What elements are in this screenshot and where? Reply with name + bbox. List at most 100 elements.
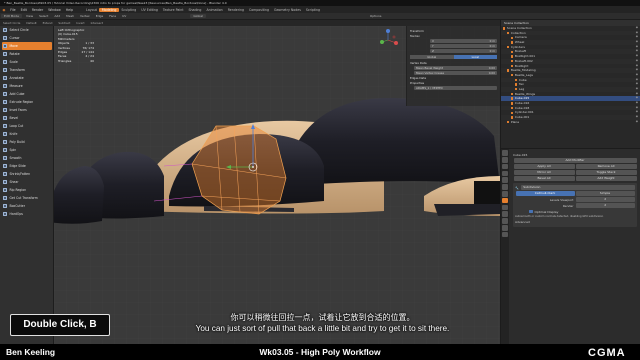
space-local-button[interactable]: Local xyxy=(453,55,497,59)
tool-annotate[interactable]: Annotate xyxy=(2,74,52,82)
tool-settings-intersect[interactable]: Intersect xyxy=(88,21,106,25)
header-face-menu[interactable]: Face xyxy=(106,14,119,18)
workspace-tab-layout[interactable]: Layout xyxy=(84,8,100,12)
tool-boxcutter[interactable]: BoxCutter xyxy=(2,202,52,210)
menu-render[interactable]: Render xyxy=(29,8,45,12)
toggle-stack-button[interactable]: Toggle Stack xyxy=(575,170,637,175)
modifier-tab-icon[interactable] xyxy=(502,197,508,204)
menu-window[interactable]: Window xyxy=(46,8,64,12)
edges-data-section[interactable]: Edges Data xyxy=(410,76,497,80)
render-tab-icon[interactable] xyxy=(502,157,508,163)
median-x-field[interactable]: X0 m xyxy=(430,39,497,43)
properties-section[interactable]: Properties xyxy=(410,81,497,85)
outliner-row[interactable]: Plane ◉ xyxy=(501,120,640,125)
remove-all-button[interactable]: Remove All xyxy=(575,164,637,169)
mirror-all-button[interactable]: Mirror All xyxy=(513,170,575,175)
tool-inset-faces[interactable]: Inset Faces xyxy=(2,106,52,114)
workspace-tab-shading[interactable]: Shading xyxy=(186,8,204,12)
visibility-eye-icon[interactable]: ◉ xyxy=(636,120,638,125)
transform-section-title[interactable]: Transform xyxy=(410,29,497,33)
levels-viewport-field[interactable]: 2 xyxy=(576,197,635,202)
tool-poly-build[interactable]: Poly Build xyxy=(2,138,52,146)
tool-hardops[interactable]: HardOps xyxy=(2,210,52,218)
tool-settings-default[interactable]: Default xyxy=(23,21,39,25)
mode-dropdown[interactable]: Edit Mode xyxy=(1,14,22,18)
tool-spin[interactable]: Spin xyxy=(2,146,52,154)
workspace-tab-animation[interactable]: Animation xyxy=(204,8,225,12)
workspace-tab-texture-paint[interactable]: Texture Paint xyxy=(160,8,186,12)
tool-add-cube[interactable]: Add Cube xyxy=(2,90,52,98)
add-weight-button[interactable]: Add Weight xyxy=(575,176,637,181)
median-z-field[interactable]: Z0 m xyxy=(430,49,497,53)
optimal-display-checkbox[interactable] xyxy=(529,209,533,214)
output-tab-icon[interactable] xyxy=(502,163,508,170)
header-uv-menu[interactable]: UV xyxy=(119,14,129,18)
workspace-tab-rendering[interactable]: Rendering xyxy=(225,8,246,12)
data-tab-icon[interactable] xyxy=(502,225,508,231)
header-mesh-menu[interactable]: Mesh xyxy=(63,14,77,18)
tool-settings-tool[interactable]: Select Circle xyxy=(0,21,23,25)
physics-tab-icon[interactable] xyxy=(502,211,508,217)
tool-tab-icon[interactable] xyxy=(502,150,508,156)
tool-settings-subtract[interactable]: Subtract xyxy=(55,21,73,25)
properties-field[interactable]: ADAMS_1 / VERTEX xyxy=(414,86,497,90)
workspace-tab-geometry-nodes[interactable]: Geometry Nodes xyxy=(271,8,303,12)
menu-file[interactable]: File xyxy=(8,8,18,12)
mean-vertex-crease-field[interactable]: Mean Vertex Crease 0.00 xyxy=(414,71,497,75)
apply-all-button[interactable]: Apply All xyxy=(513,164,575,169)
tool-scale[interactable]: Scale xyxy=(2,58,52,66)
vertex-data-section[interactable]: Vertex Data xyxy=(410,61,497,65)
tool-cursor[interactable]: Cursor xyxy=(2,34,52,42)
catmull-clark-button[interactable]: Catmull-Clark xyxy=(515,191,575,196)
modifier-name-field[interactable]: Subdivision xyxy=(521,185,635,190)
workspace-tab-sculpting[interactable]: Sculpting xyxy=(119,8,139,12)
object-tab-icon[interactable] xyxy=(502,191,508,197)
tool-move[interactable]: Move xyxy=(1,42,52,50)
particles-tab-icon[interactable] xyxy=(502,204,508,211)
constraints-tab-icon[interactable] xyxy=(502,218,508,224)
tool-shear[interactable]: Shear xyxy=(2,178,52,186)
transform-orientation-dropdown[interactable]: Global xyxy=(190,14,206,18)
tool-loop-cut[interactable]: Loop Cut xyxy=(2,122,52,130)
tool-settings-invert[interactable]: Invert xyxy=(73,21,87,25)
header-view-menu[interactable]: View xyxy=(23,14,36,18)
median-y-field[interactable]: Y0 m xyxy=(430,44,497,48)
tool-bevel[interactable]: Bevel xyxy=(2,114,52,122)
bevel-all-button[interactable]: Bevel All xyxy=(513,176,575,181)
options-dropdown[interactable]: Options xyxy=(367,14,385,18)
3d-viewport[interactable]: Left Orthographic (0) Cube.015 Millimete… xyxy=(54,26,500,344)
tool-transform[interactable]: Transform xyxy=(2,66,52,74)
render-levels-field[interactable]: 2 xyxy=(576,203,635,208)
tool-select-circle[interactable]: Select Circle xyxy=(2,26,52,34)
header-select-menu[interactable]: Select xyxy=(36,14,51,18)
blender-logo-icon[interactable]: ◉ xyxy=(0,8,8,12)
tool-shrink-fatten[interactable]: Shrink/Fatten xyxy=(2,170,52,178)
workspace-tab-compositing[interactable]: Compositing xyxy=(247,8,272,12)
tool-settings-extend[interactable]: Extend xyxy=(40,21,56,25)
space-global-button[interactable]: Global xyxy=(410,55,454,59)
tool-rip-region[interactable]: Rip Region xyxy=(2,186,52,194)
menu-edit[interactable]: Edit xyxy=(18,8,29,12)
advanced-section[interactable]: Advanced xyxy=(515,220,530,224)
tool-extrude-region[interactable]: Extrude Region xyxy=(2,98,52,106)
header-add-menu[interactable]: Add xyxy=(51,14,63,18)
workspace-tab-uv-editing[interactable]: UV Editing xyxy=(139,8,161,12)
world-tab-icon[interactable] xyxy=(502,184,508,190)
header-vertex-menu[interactable]: Vertex xyxy=(77,14,93,18)
tool-knife[interactable]: Knife xyxy=(2,130,52,138)
workspace-tab-scripting[interactable]: Scripting xyxy=(303,8,322,12)
scene-tab-icon[interactable] xyxy=(502,177,508,183)
tool-measure[interactable]: Measure xyxy=(2,82,52,90)
view-layer-tab-icon[interactable] xyxy=(502,170,508,177)
mean-bevel-weight-field[interactable]: Mean Bevel Weight 0.00 xyxy=(414,66,497,70)
add-modifier-button[interactable]: Add Modifier xyxy=(513,158,637,163)
tool-edge-slide[interactable]: Edge Slide xyxy=(2,162,52,170)
workspace-tab-modeling[interactable]: Modeling xyxy=(99,7,119,12)
tool-rotate[interactable]: Rotate xyxy=(2,50,52,58)
header-edge-menu[interactable]: Edge xyxy=(93,14,107,18)
tool-get-cut-transform[interactable]: Get Cut Transform xyxy=(2,194,52,202)
simple-button[interactable]: Simple xyxy=(575,191,635,196)
tool-smooth[interactable]: Smooth xyxy=(2,154,52,162)
menu-help[interactable]: Help xyxy=(63,8,75,12)
material-tab-icon[interactable] xyxy=(502,231,508,238)
